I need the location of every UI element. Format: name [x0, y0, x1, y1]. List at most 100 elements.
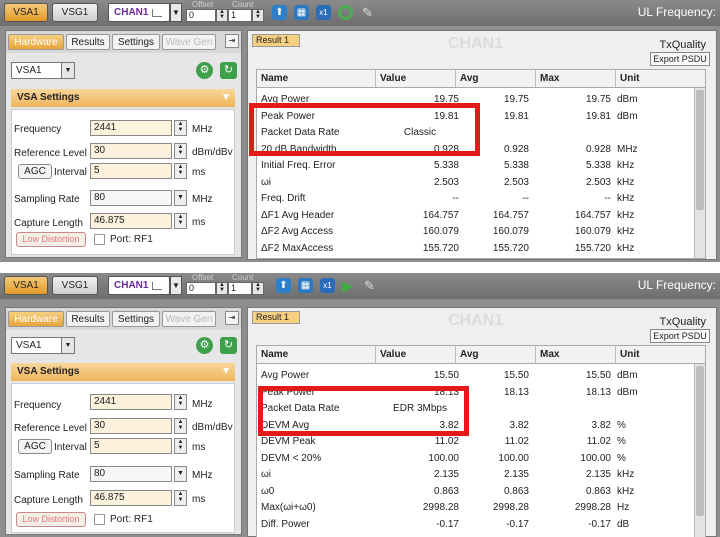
table-row[interactable]: Freq. Drift -- -- -- kHz — [257, 191, 693, 208]
play-icon[interactable]: ▶ — [340, 278, 355, 295]
offset-stepper[interactable]: ▲ ▼ — [216, 282, 228, 295]
pin-icon[interactable]: ⇥ — [225, 34, 239, 48]
count-stepper[interactable]: ▲ ▼ — [252, 282, 264, 295]
eraser-icon[interactable]: ✎ — [360, 5, 375, 20]
column-header[interactable]: Avg — [455, 346, 535, 363]
column-header[interactable]: Name — [257, 346, 375, 363]
sampling-rate-select[interactable]: 80 — [90, 466, 172, 482]
x1-icon[interactable]: x1 — [316, 5, 331, 20]
gear-icon[interactable]: ⚙ — [196, 337, 213, 354]
table-row[interactable]: DEVM Peak 11.02 11.02 11.02% — [257, 434, 693, 451]
sampling-rate-select[interactable]: 80 — [90, 190, 172, 206]
interval-input[interactable]: 5 — [90, 438, 172, 454]
tab-wave-gen[interactable]: Wave Gen — [162, 311, 216, 327]
count-stepper[interactable]: ▲ ▼ — [252, 9, 264, 22]
capture-length-input[interactable]: 46.875 — [90, 213, 172, 229]
agc-button[interactable]: AGC — [18, 164, 52, 179]
port-checkbox[interactable] — [94, 514, 105, 525]
upload-icon[interactable]: ⬆ — [272, 5, 287, 20]
vertical-scrollbar[interactable] — [694, 88, 705, 258]
table-row[interactable]: ΔF2 MaxAccess 155.720 155.720 155.720 kHz — [257, 241, 693, 258]
table-row[interactable]: ωi 2.135 2.135 2.135 kHz — [257, 467, 693, 484]
table-row[interactable]: ω0 0.863 0.863 0.863 kHz — [257, 484, 693, 501]
gear-icon[interactable]: ⚙ — [196, 62, 213, 79]
column-header[interactable]: Value — [375, 70, 455, 87]
channel-selector[interactable]: CHAN1 — [108, 276, 170, 295]
tab-hardware[interactable]: Hardware — [8, 311, 64, 327]
tab-wave-gen[interactable]: Wave Gen — [162, 34, 216, 50]
tab-vsg1[interactable]: VSG1 — [52, 3, 98, 22]
offset-input[interactable]: 0 — [186, 282, 216, 295]
frequency-stepper[interactable]: ▲ ▼ — [174, 120, 187, 136]
pin-icon[interactable]: ⇥ — [225, 311, 239, 325]
column-header[interactable]: Name — [257, 70, 375, 87]
table-row[interactable]: Max(ωi+ω0) 2998.28 2998.28 2998.28 Hz — [257, 500, 693, 517]
offset-stepper[interactable]: ▲ ▼ — [216, 9, 228, 22]
table-row[interactable]: ωi 2.503 2.503 2.503 kHz — [257, 175, 693, 192]
table-row[interactable]: ΔF2 Avg Access 160.079 160.079 160.079 kHz — [257, 224, 693, 241]
offset-input[interactable]: 0 — [186, 9, 216, 22]
calculator-icon[interactable]: ▦ — [298, 278, 313, 293]
capture-length-stepper[interactable]: ▲ ▼ — [174, 490, 187, 506]
column-header[interactable]: Max — [535, 346, 615, 363]
tab-result-1[interactable]: Result 1 — [252, 34, 300, 47]
table-row[interactable]: Avg Power 15.50 15.50 15.50 dBm — [257, 368, 693, 385]
tab-results[interactable]: Results — [66, 311, 110, 327]
table-row[interactable]: ΔF1 Avg Header 164.757 164.757 164.757 kHz — [257, 208, 693, 225]
column-header[interactable]: Unit — [615, 346, 705, 363]
calculator-icon[interactable]: ▦ — [294, 5, 309, 20]
agc-button[interactable]: AGC — [18, 439, 52, 454]
vsa-settings-header[interactable]: VSA Settings ▼ — [11, 363, 235, 381]
count-input[interactable]: 1 — [228, 9, 252, 22]
column-header[interactable]: Avg — [455, 70, 535, 87]
frequency-input[interactable]: 2441 — [90, 120, 172, 136]
column-header[interactable]: Unit — [615, 70, 705, 87]
interval-stepper[interactable]: ▲ ▼ — [174, 163, 187, 179]
vertical-scrollbar[interactable] — [694, 364, 705, 537]
port-checkbox[interactable] — [94, 234, 105, 245]
frequency-stepper[interactable]: ▲ ▼ — [174, 394, 187, 410]
capture-length-stepper[interactable]: ▲ ▼ — [174, 213, 187, 229]
tab-result-1[interactable]: Result 1 — [252, 311, 300, 324]
table-row[interactable]: Initial Freq. Error 5.338 5.338 5.338 kHz — [257, 158, 693, 175]
tab-settings[interactable]: Settings — [112, 34, 160, 50]
eraser-icon[interactable]: ✎ — [362, 278, 377, 293]
refresh-icon[interactable]: ↻ — [220, 337, 237, 354]
chevron-down-icon[interactable]: ▼ — [174, 466, 187, 482]
reference-level-stepper[interactable]: ▲ ▼ — [174, 143, 187, 159]
reference-level-input[interactable]: 30 — [90, 418, 172, 434]
refresh-icon[interactable]: ↻ — [220, 62, 237, 79]
low-distortion-button[interactable]: Low Distortion — [16, 232, 86, 247]
count-input[interactable]: 1 — [228, 282, 252, 295]
table-row[interactable]: DEVM < 20% 100.00 100.00 100.00% — [257, 451, 693, 468]
table-row[interactable]: Diff. Power -0.17 -0.17 -0.17 dB — [257, 517, 693, 534]
low-distortion-button[interactable]: Low Distortion — [16, 512, 86, 527]
tab-vsa1[interactable]: VSA1 — [4, 3, 48, 22]
interval-input[interactable]: 5 — [90, 163, 172, 179]
tab-vsg1[interactable]: VSG1 — [52, 276, 98, 295]
spinner-icon[interactable] — [338, 5, 353, 20]
frequency-input[interactable]: 2441 — [90, 394, 172, 410]
column-header[interactable]: Value — [375, 346, 455, 363]
export-psdu-button[interactable]: Export PSDU — [650, 329, 710, 343]
chevron-down-icon[interactable]: ▼ — [170, 3, 182, 22]
export-psdu-button[interactable]: Export PSDU — [650, 52, 710, 66]
vsa-settings-header[interactable]: VSA Settings ▼ — [11, 89, 235, 107]
interval-stepper[interactable]: ▲ ▼ — [174, 438, 187, 454]
column-header[interactable]: Max — [535, 70, 615, 87]
chevron-down-icon[interactable]: ▼ — [174, 190, 187, 206]
reference-level-input[interactable]: 30 — [90, 143, 172, 159]
scrollbar-thumb[interactable] — [696, 366, 704, 516]
x1-icon[interactable]: x1 — [320, 278, 335, 293]
tab-results[interactable]: Results — [66, 34, 110, 50]
tab-settings[interactable]: Settings — [112, 311, 160, 327]
reference-level-stepper[interactable]: ▲ ▼ — [174, 418, 187, 434]
analyzer-select[interactable]: VSA1 ▼ — [11, 62, 75, 79]
capture-length-input[interactable]: 46.875 — [90, 490, 172, 506]
tab-hardware[interactable]: Hardware — [8, 34, 64, 50]
analyzer-select[interactable]: VSA1 ▼ — [11, 337, 75, 354]
tab-vsa1[interactable]: VSA1 — [4, 276, 48, 295]
upload-icon[interactable]: ⬆ — [276, 278, 291, 293]
channel-selector[interactable]: CHAN1 — [108, 3, 170, 22]
chevron-down-icon[interactable]: ▼ — [170, 276, 182, 295]
